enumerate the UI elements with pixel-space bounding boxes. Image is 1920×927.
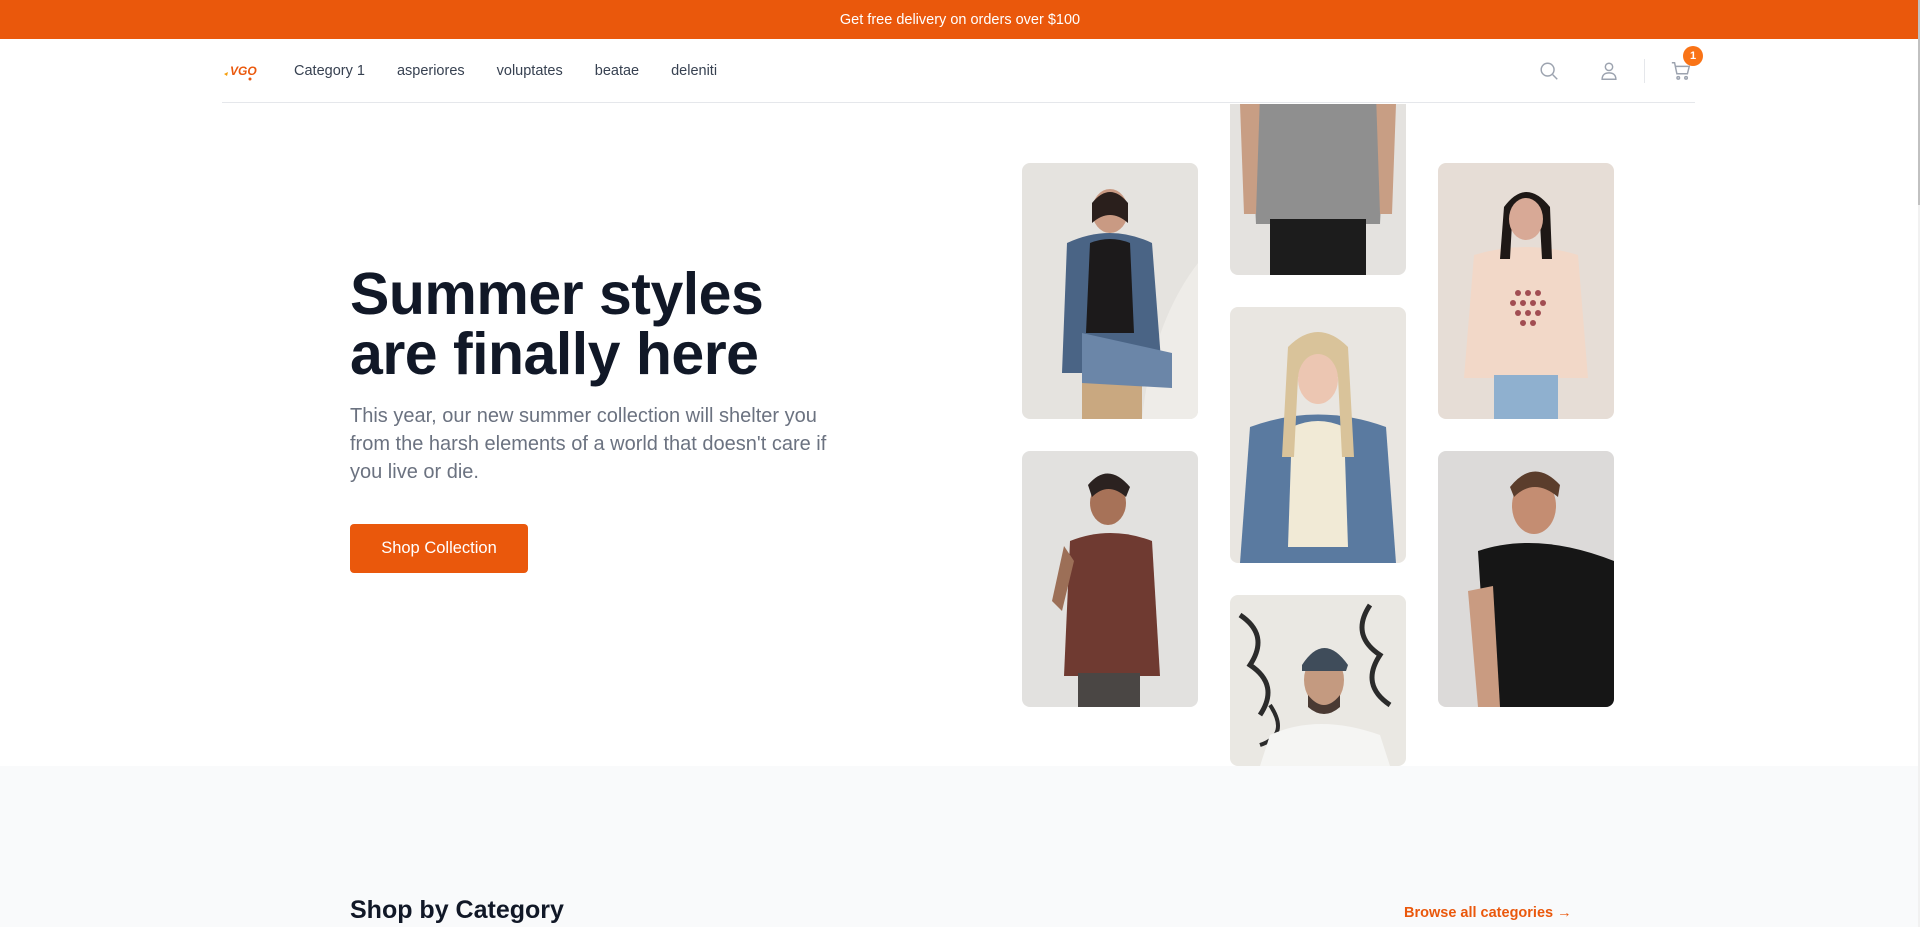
cart-button[interactable]: 1 xyxy=(1668,46,1703,84)
search-icon xyxy=(1540,62,1558,80)
hero-title-line-2: are finally here xyxy=(350,321,759,387)
cart-count-badge: 1 xyxy=(1683,46,1703,66)
nav-item-category-1[interactable]: Category 1 xyxy=(294,63,365,79)
user-icon xyxy=(1601,62,1617,80)
brand-logo[interactable]: VGO xyxy=(222,59,258,83)
promo-bar: Get free delivery on orders over $100 xyxy=(0,0,1920,39)
shop-collection-button[interactable]: Shop Collection xyxy=(350,524,528,573)
hero-photo-woman-denim-jacket xyxy=(1022,163,1198,419)
header-actions: 1 xyxy=(1536,39,1703,103)
hero-photo-grey-tee xyxy=(1230,104,1406,275)
hero-section: Summer styles are finally here This year… xyxy=(0,104,1920,766)
site-header: VGO Category 1 asperiores voluptates bea… xyxy=(222,39,1703,103)
section-title: Shop by Category xyxy=(350,896,564,924)
header-divider xyxy=(1644,59,1645,83)
search-button[interactable] xyxy=(1536,58,1562,84)
logo-icon: VGO xyxy=(224,64,257,80)
hero-photo-man-beanie xyxy=(1230,595,1406,766)
nav-item-asperiores[interactable]: asperiores xyxy=(397,63,465,79)
svg-text:VGO: VGO xyxy=(230,64,257,78)
hero-photo-man-black-tee xyxy=(1438,451,1614,707)
hero-photo-man-brown-tee xyxy=(1022,451,1198,707)
nav-item-beatae[interactable]: beatae xyxy=(595,63,639,79)
hero-title-line-1: Summer styles xyxy=(350,261,764,327)
shop-by-category-section: Shop by Category Browse all categories → xyxy=(0,766,1920,927)
promo-text: Get free delivery on orders over $100 xyxy=(839,11,1081,28)
browse-all-categories-link[interactable]: Browse all categories → xyxy=(1404,905,1572,921)
hero-description: This year, our new summer collection wil… xyxy=(350,405,827,483)
hero-photo-blonde-denim xyxy=(1230,307,1406,563)
nav-item-voluptates[interactable]: voluptates xyxy=(497,63,563,79)
main-nav: Category 1 asperiores voluptates beatae … xyxy=(294,63,749,79)
hero-photo-woman-pink-tee xyxy=(1438,163,1614,419)
hero-title: Summer styles are finally here xyxy=(350,264,870,384)
nav-item-deleniti[interactable]: deleniti xyxy=(671,63,717,79)
account-button[interactable] xyxy=(1596,58,1622,84)
